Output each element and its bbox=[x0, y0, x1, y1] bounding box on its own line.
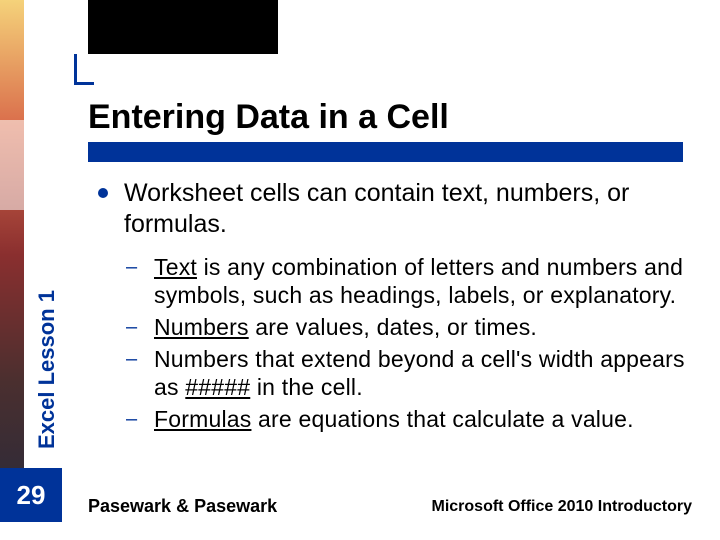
header-black-box bbox=[88, 0, 278, 54]
sub-bullet: – Text is any combination of letters and… bbox=[126, 253, 688, 309]
dash-icon: – bbox=[126, 345, 154, 401]
dash-icon: – bbox=[126, 253, 154, 309]
footer-left: Pasewark & Pasewark bbox=[88, 496, 277, 517]
decorative-vertical-strip bbox=[0, 0, 24, 510]
title-corner-vertical bbox=[74, 54, 77, 82]
title-corner-horizontal bbox=[74, 82, 94, 85]
dash-icon: – bbox=[126, 405, 154, 433]
sub-bullet-text: Formulas are equations that calculate a … bbox=[154, 405, 634, 433]
underlined-term: ##### bbox=[185, 374, 250, 400]
sub-bullet: – Numbers are values, dates, or times. bbox=[126, 313, 688, 341]
title-underline-bar bbox=[88, 142, 683, 162]
underlined-term: Formulas bbox=[154, 406, 251, 432]
main-bullet-text: Worksheet cells can contain text, number… bbox=[124, 178, 688, 239]
bullet-dot-icon bbox=[98, 188, 108, 198]
underlined-term: Text bbox=[154, 254, 197, 280]
main-bullet: Worksheet cells can contain text, number… bbox=[98, 178, 688, 239]
decorative-vertical-strip-highlight bbox=[0, 120, 24, 210]
page-number: 29 bbox=[0, 468, 62, 522]
sub-bullet: – Numbers that extend beyond a cell's wi… bbox=[126, 345, 688, 401]
sub-bullet-text: Numbers are values, dates, or times. bbox=[154, 313, 537, 341]
footer-right: Microsoft Office 2010 Introductory bbox=[432, 498, 693, 516]
sub-bullet-rest: in the cell. bbox=[250, 374, 363, 400]
sub-bullet-text: Text is any combination of letters and n… bbox=[154, 253, 688, 309]
sub-bullet: – Formulas are equations that calculate … bbox=[126, 405, 688, 433]
sub-bullet-rest: are equations that calculate a value. bbox=[251, 406, 633, 432]
dash-icon: – bbox=[126, 313, 154, 341]
content-area: Worksheet cells can contain text, number… bbox=[98, 178, 688, 437]
course-label: Excel Lesson 1 bbox=[34, 270, 56, 470]
sub-bullet-text: Numbers that extend beyond a cell's widt… bbox=[154, 345, 688, 401]
sub-bullet-rest: are values, dates, or times. bbox=[249, 314, 537, 340]
sub-bullet-rest: is any combination of letters and number… bbox=[154, 254, 683, 308]
underlined-term: Numbers bbox=[154, 314, 249, 340]
sub-bullet-list: – Text is any combination of letters and… bbox=[126, 253, 688, 433]
slide-title: Entering Data in a Cell bbox=[88, 98, 449, 137]
slide: Entering Data in a Cell Excel Lesson 1 W… bbox=[0, 0, 720, 540]
